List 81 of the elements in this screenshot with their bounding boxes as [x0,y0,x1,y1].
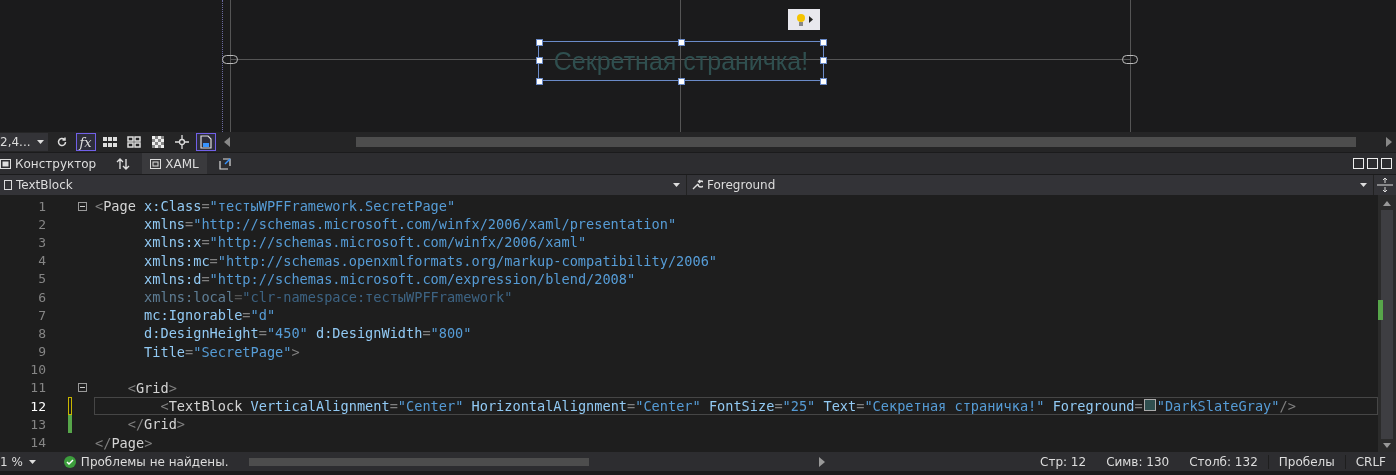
designer-window-icon [0,158,11,169]
code-window-icon [150,158,162,169]
code-line: xmlns:mc="http://schemas.openxmlformats.org/markup-compatibility/2006" [143,252,717,269]
line-number: 14 [29,435,46,451]
code-line: </Grid> [126,416,186,433]
swap-icon[interactable] [116,157,131,170]
line-number: 1 [37,198,46,214]
line-number: 6 [37,289,46,305]
line-number: 7 [37,307,46,323]
caret-icon [36,140,44,144]
line-number: 4 [37,253,46,269]
horizontal-split-icon[interactable] [1367,158,1378,169]
line-number: 13 [29,416,46,432]
code-line: xmlns="http://schemas.microsoft.com/winfx/2006/xaml/presentation" [143,216,677,233]
popout-icon[interactable] [218,157,231,170]
code-line: xmlns:d="http://schemas.microsoft.com/expression/blend/2008" [143,270,636,287]
crosshair-icon [174,135,189,149]
scroll-right-icon[interactable] [1386,137,1392,147]
line-number: 11 [29,380,46,396]
element-icon [4,180,12,190]
scrollbar-thumb[interactable] [355,137,1356,147]
wrench-icon [691,179,703,191]
indent-indicator[interactable]: Пробелы [1267,454,1345,469]
scroll-left-icon[interactable] [223,137,230,147]
code-line: <Grid> [126,379,177,396]
code-line: xmlns:local="clr-namespace:тестыWPFFramework" [143,289,513,306]
code-line: d:DesignHeight="450" d:DesignWidth="800" [143,325,472,342]
resize-handle[interactable] [820,78,827,85]
caret-icon [28,459,36,464]
resize-handle[interactable] [678,39,685,46]
caret-icon [1360,183,1367,187]
vertical-split-icon[interactable] [1353,158,1364,169]
light-bulb-icon [795,12,806,27]
line-number: 2 [37,216,46,232]
resize-handle[interactable] [536,57,543,64]
light-bulb-button[interactable] [788,9,820,30]
scroll-up-icon[interactable] [1383,201,1391,206]
resize-handle[interactable] [678,78,685,85]
line-number: 10 [29,362,46,378]
zoom-dropdown[interactable]: 2,4... [0,133,48,151]
line-indicator: Стр: 12 [1039,454,1088,469]
char-indicator: Симв: 130 [1105,454,1171,469]
line-ending-indicator[interactable]: CRLF [1344,454,1396,469]
problems-status[interactable]: Проблемы не найдены. [75,454,239,469]
device-icon [199,135,212,149]
code-line: xmlns:x="http://schemas.microsoft.com/winfx/2006/xaml" [143,234,587,251]
code-line: <Page x:Class="тестыWPFFramework.SecretPage" [95,198,456,215]
resize-handle[interactable] [820,39,827,46]
line-number: 5 [37,271,46,287]
column-indicator: Столб: 132 [1188,454,1259,469]
xaml-tab[interactable]: XAML [142,153,207,174]
vertical-scrollbar[interactable] [1378,195,1396,452]
collapse-icon[interactable] [78,201,87,211]
code-line: <TextBlock VerticalAlignment="Center" HorizontalAlignment="Center" FontSize="25" Text="Секретная страничка!" Foreground= "DarkSlateGray"/> [159,398,1296,415]
code-line: Title="SecretPage"> [143,343,300,360]
collapse-pane-icon[interactable] [1381,158,1392,169]
checkerboard-icon [151,136,164,148]
resize-handle[interactable] [536,39,543,46]
grid-icon [102,136,117,148]
check-icon [63,455,76,468]
scroll-down-icon[interactable] [1383,443,1391,448]
formula-button[interactable]: fx [75,133,96,151]
design-tab[interactable]: Конструктор [0,153,105,174]
split-editor-icon[interactable] [1376,178,1394,192]
line-number: 3 [37,234,46,250]
resize-handle[interactable] [820,57,827,64]
caret-icon [673,183,680,187]
triangle-right-icon [808,16,813,23]
line-number: 9 [37,344,46,360]
snap-grid-icon [126,136,141,148]
scroll-right-icon[interactable] [818,456,825,467]
line-number: 12 [29,398,46,414]
line-number: 8 [37,325,46,341]
refresh-icon [55,136,68,148]
change-marker [1378,300,1383,320]
device-button[interactable] [195,133,216,151]
scrollbar-thumb[interactable] [248,457,589,466]
resize-handle[interactable] [536,78,543,85]
collapse-icon[interactable] [78,383,87,393]
code-line: </Page> [95,434,153,451]
code-line: mc:Ignorable="d" [143,307,276,324]
